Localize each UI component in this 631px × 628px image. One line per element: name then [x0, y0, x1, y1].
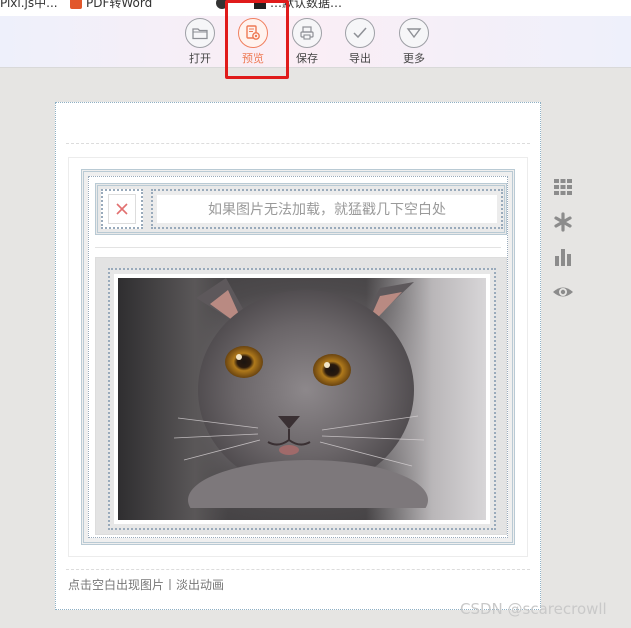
- pdf-app-icon: [70, 0, 82, 9]
- eye-icon[interactable]: [552, 281, 574, 303]
- check-icon: [345, 18, 375, 48]
- grid-icon[interactable]: [552, 176, 574, 198]
- folder-icon: [185, 18, 215, 48]
- footer-divider: [66, 569, 530, 570]
- outer-frame: 如果图片无法加载，就猛戳几下空白处: [81, 169, 515, 545]
- header-divider: [66, 143, 530, 144]
- placeholder-text[interactable]: 如果图片无法加载，就猛戳几下空白处: [156, 194, 498, 224]
- triangle-down-icon: [399, 18, 429, 48]
- footer-caption: 点击空白出现图片丨淡出动画: [68, 578, 225, 592]
- cat-illustration: [173, 278, 428, 508]
- export-label: 导出: [349, 52, 371, 65]
- save-label: 保存: [296, 52, 318, 65]
- globe-icon: [216, 0, 228, 9]
- image-frame[interactable]: [108, 268, 496, 530]
- bookmark-pdf-to-word[interactable]: PDF转Word: [70, 0, 152, 11]
- bookmark-pixi[interactable]: Pixi.js中...: [0, 0, 58, 11]
- bookmark-icon: [254, 0, 266, 9]
- outer-frame-inner: 如果图片无法加载，就猛戳几下空白处: [88, 176, 508, 538]
- printer-icon: [292, 18, 322, 48]
- broken-image-cell[interactable]: [101, 189, 143, 229]
- editor-card: 如果图片无法加载，就猛戳几下空白处 点击空白出现图片丨淡出动画: [55, 102, 541, 610]
- save-button[interactable]: 保存: [285, 18, 329, 66]
- cat-photo: [118, 278, 486, 520]
- content-area: 如果图片无法加载，就猛戳几下空白处: [68, 157, 528, 557]
- asterisk-icon[interactable]: [552, 211, 574, 233]
- export-button[interactable]: 导出: [338, 18, 382, 66]
- image-row: [95, 257, 507, 535]
- editor-toolbar: 打开 预览 保存 导出 更多: [0, 16, 631, 68]
- watermark: CSDN @scarecrowll: [460, 600, 607, 618]
- more-label: 更多: [403, 52, 425, 65]
- preview-label: 预览: [242, 52, 264, 65]
- open-button[interactable]: 打开: [178, 18, 222, 66]
- open-label: 打开: [189, 52, 211, 65]
- preview-icon: [238, 18, 268, 48]
- image-mat: [114, 274, 490, 524]
- row-divider: [95, 247, 501, 248]
- bookmark-bar: Pixi.js中... PDF转Word …默认数据…: [0, 0, 631, 16]
- preview-button[interactable]: 预览: [231, 18, 275, 66]
- broken-image-icon: [108, 194, 136, 224]
- blank-area-cell[interactable]: 如果图片无法加载，就猛戳几下空白处: [151, 189, 503, 229]
- top-row: 如果图片无法加载，就猛戳几下空白处: [95, 183, 507, 235]
- bookmark-misc[interactable]: …默认数据…: [216, 0, 342, 11]
- bar-chart-icon[interactable]: [552, 246, 574, 268]
- more-button[interactable]: 更多: [392, 18, 436, 66]
- side-toolbar: [552, 176, 576, 316]
